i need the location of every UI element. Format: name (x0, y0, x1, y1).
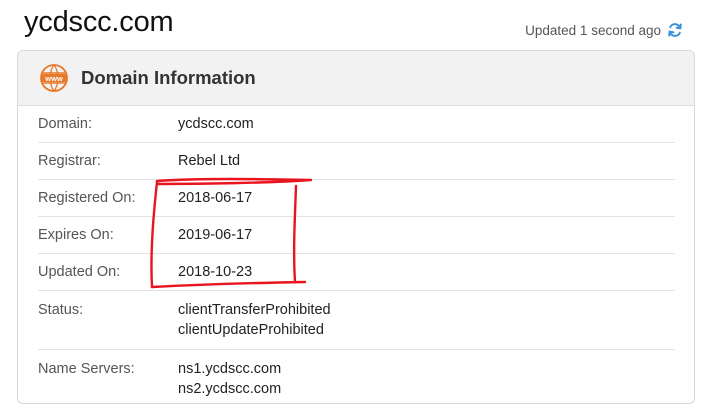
row-value: clientTransferProhibited clientUpdatePro… (178, 300, 331, 340)
last-updated: Updated 1 second ago (525, 22, 683, 38)
row-value: Rebel Ltd (178, 153, 241, 169)
status-value: clientUpdateProhibited (178, 322, 324, 338)
row-value: ns1.ycdscc.com ns2.ycdscc.com (178, 359, 281, 399)
row-label: Updated On: (38, 264, 121, 280)
card-header: www Domain Information (18, 51, 694, 106)
last-updated-text: Updated 1 second ago (525, 22, 661, 38)
card-title: Domain Information (81, 67, 256, 88)
name-server-value: ns1.ycdscc.com (178, 361, 282, 377)
row-registrar: Registrar: Rebel Ltd (38, 143, 675, 180)
row-label: Expires On: (38, 227, 114, 243)
row-name-servers: Name Servers: ns1.ycdscc.com ns2.ycdscc.… (38, 350, 675, 403)
row-label: Name Servers: (38, 361, 135, 377)
www-icon-text: www (44, 74, 63, 83)
row-registered-on: Registered On: 2018-06-17 (38, 180, 675, 217)
domain-info-table: Domain: ycdscc.com Registrar: Rebel Ltd … (18, 106, 694, 403)
row-label: Domain: (38, 116, 92, 132)
row-value: 2018-06-17 (178, 190, 253, 206)
row-label: Status: (38, 302, 84, 318)
row-value: ycdscc.com (178, 116, 254, 132)
row-status: Status: clientTransferProhibited clientU… (38, 291, 675, 350)
status-value: clientTransferProhibited (178, 302, 331, 318)
row-label: Registrar: (38, 153, 101, 169)
row-updated-on: Updated On: 2018-10-23 (38, 254, 675, 291)
row-label: Registered On: (38, 190, 136, 206)
row-value: 2018-10-23 (178, 264, 253, 280)
domain-info-card: www Domain Information Domain: ycdscc.co… (17, 50, 695, 404)
row-expires-on: Expires On: 2019-06-17 (38, 217, 675, 254)
row-domain: Domain: ycdscc.com (38, 106, 675, 143)
www-globe-icon: www (39, 63, 69, 93)
name-server-value: ns2.ycdscc.com (178, 381, 282, 397)
refresh-icon[interactable] (667, 22, 683, 38)
site-title: ycdscc.com (24, 6, 174, 38)
row-value: 2019-06-17 (178, 227, 253, 243)
